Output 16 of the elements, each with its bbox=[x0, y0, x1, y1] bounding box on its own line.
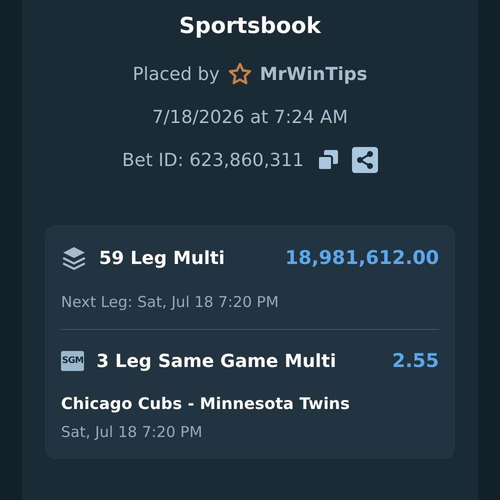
bet-id: Bet ID: 623,860,311 bbox=[122, 150, 304, 170]
username: MrWinTips bbox=[260, 64, 368, 84]
bet-odds: 2.55 bbox=[392, 350, 439, 372]
timestamp: 7/18/2026 at 7:24 AM bbox=[152, 106, 348, 128]
bet-title: 3 Leg Same Game Multi bbox=[96, 350, 338, 372]
bet-odds: 18,981,612.00 bbox=[285, 247, 439, 269]
match-name: Chicago Cubs - Minnesota Twins bbox=[61, 394, 351, 413]
bet-detail: Sat, Jul 18 7:20 PM bbox=[61, 423, 204, 441]
modal-title: Sportsbook bbox=[179, 14, 321, 41]
sgm-badge: SGM bbox=[61, 351, 84, 371]
placed-by-label: Placed by bbox=[132, 64, 220, 84]
bet-detail: Next Leg: Sat, Jul 18 7:20 PM bbox=[61, 293, 280, 311]
bet-title: 59 Leg Multi bbox=[99, 248, 226, 268]
star-icon bbox=[228, 62, 252, 86]
layers-icon bbox=[61, 245, 87, 271]
share-button[interactable] bbox=[352, 147, 378, 173]
